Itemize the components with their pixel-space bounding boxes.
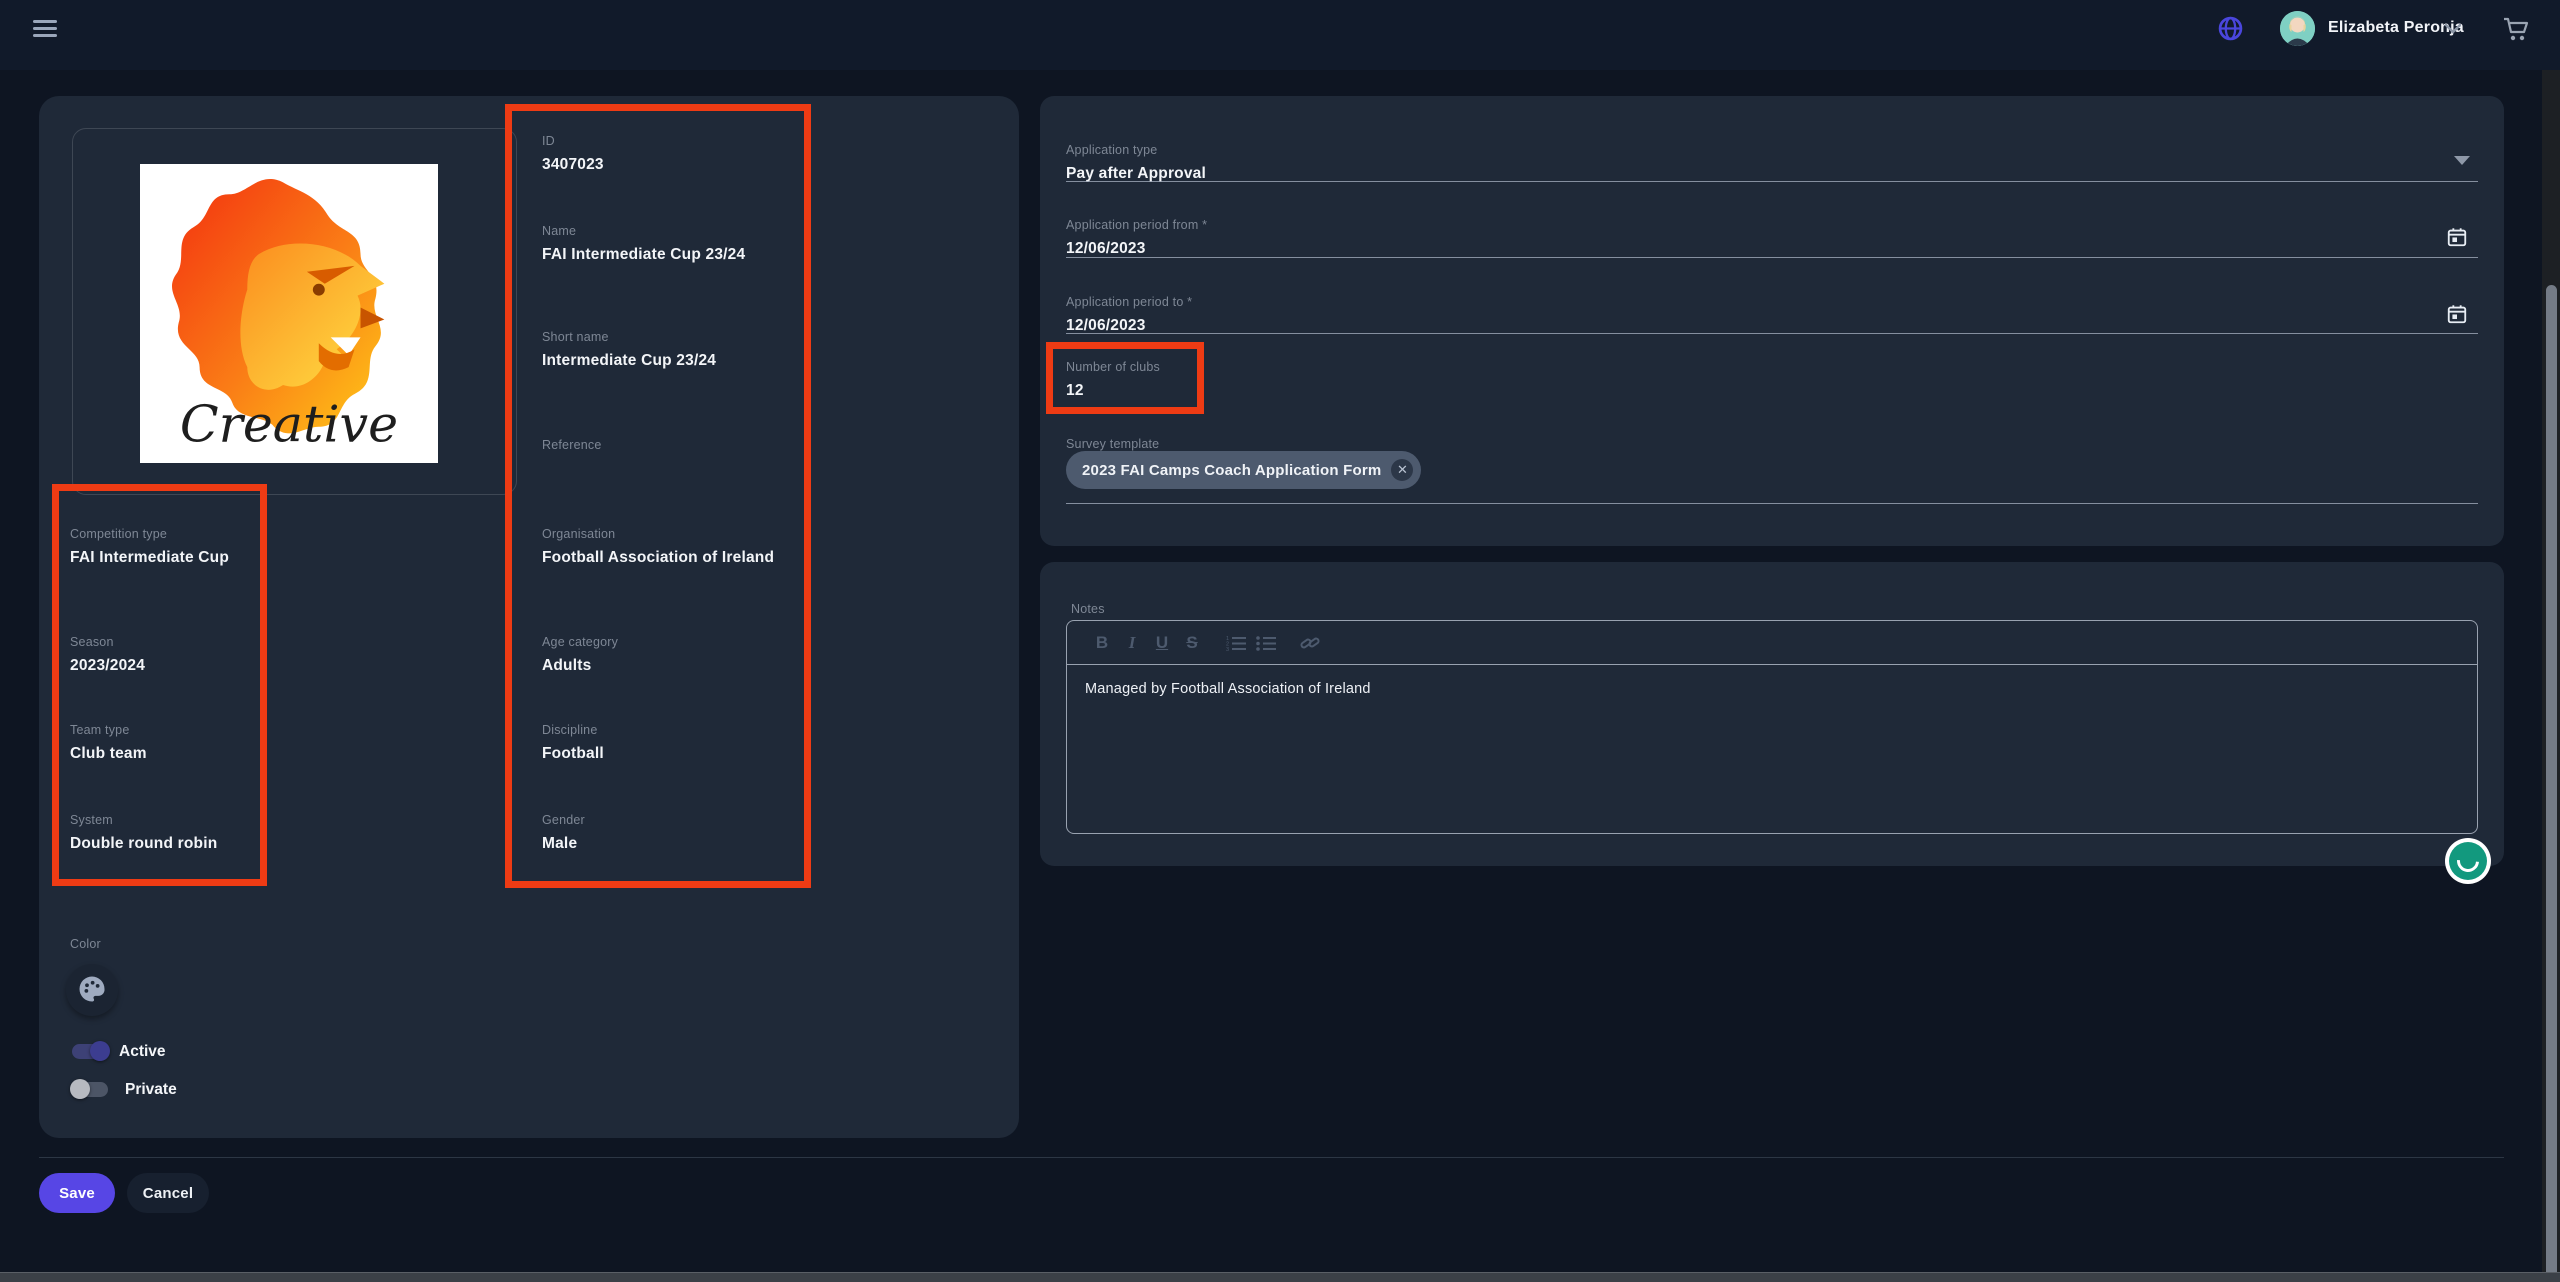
cancel-button[interactable]: Cancel [127, 1173, 209, 1213]
globe-icon[interactable] [2218, 16, 2243, 41]
active-toggle[interactable] [70, 1040, 110, 1062]
field-age-category: Age category Adults [542, 635, 618, 675]
field-system: System Double round robin [70, 813, 217, 853]
field-organisation: Organisation Football Association of Ire… [542, 527, 774, 567]
logo-frame: Creative [72, 128, 517, 495]
field-name: Name FAI Intermediate Cup 23/24 [542, 224, 745, 264]
vertical-scrollbar-track[interactable] [2542, 70, 2560, 1282]
editor-status-badge [2449, 842, 2487, 880]
user-name[interactable]: Elizabeta Peronja [2328, 19, 2464, 37]
vertical-scrollbar-thumb[interactable] [2546, 285, 2557, 1282]
bold-icon[interactable]: B [1087, 633, 1117, 653]
top-bar: Elizabeta Peronja [0, 0, 2560, 70]
application-period-from-input[interactable]: Application period from * 12/06/2023 [1066, 218, 1207, 258]
link-icon[interactable] [1295, 634, 1325, 652]
calendar-icon[interactable] [2446, 226, 2468, 248]
notes-card: Notes B I U S 1 2 3 [1040, 562, 2504, 866]
bullet-list-icon[interactable] [1251, 635, 1281, 651]
hamburger-menu-icon[interactable] [33, 19, 57, 39]
palette-icon [77, 974, 107, 1004]
calendar-icon[interactable] [2446, 303, 2468, 325]
chevron-down-icon[interactable] [2445, 24, 2461, 34]
italic-icon[interactable]: I [1117, 633, 1147, 653]
notes-toolbar: B I U S 1 2 3 [1067, 621, 2477, 665]
svg-text:3: 3 [1226, 647, 1229, 651]
competition-logo: Creative [140, 164, 438, 463]
shopping-cart-icon[interactable] [2502, 15, 2530, 43]
field-team-type: Team type Club team [70, 723, 147, 763]
number-of-clubs-field[interactable]: Number of clubs 12 [1066, 360, 1160, 400]
select-arrow-icon[interactable] [2454, 156, 2470, 165]
field-season: Season 2023/2024 [70, 635, 145, 675]
field-discipline: Discipline Football [542, 723, 604, 763]
color-label: Color [70, 937, 101, 951]
chip-remove-icon[interactable]: ✕ [1391, 459, 1413, 481]
notes-editor[interactable]: B I U S 1 2 3 [1066, 620, 2478, 834]
private-toggle[interactable] [70, 1078, 110, 1100]
underline-icon[interactable]: U [1147, 633, 1177, 653]
private-toggle-label: Private [125, 1081, 177, 1099]
field-reference: Reference [542, 438, 601, 460]
footer-divider [39, 1157, 2504, 1158]
survey-template-chip[interactable]: 2023 FAI Camps Coach Application Form ✕ [1066, 451, 1421, 489]
active-toggle-label: Active [119, 1043, 166, 1061]
application-type-select[interactable]: Application type Pay after Approval [1066, 143, 1206, 183]
field-competition-type: Competition type FAI Intermediate Cup [70, 527, 229, 567]
application-period-to-input[interactable]: Application period to * 12/06/2023 [1066, 295, 1192, 335]
screen: Elizabeta Peronja [0, 0, 2560, 1282]
field-gender: Gender Male [542, 813, 585, 853]
notes-label: Notes [1071, 602, 1105, 616]
horizontal-scrollbar[interactable] [0, 1272, 2560, 1282]
save-button[interactable]: Save [39, 1173, 115, 1213]
field-short-name: Short name Intermediate Cup 23/24 [542, 330, 716, 370]
logo-caption-svg: Creative [180, 395, 398, 454]
field-id: ID 3407023 [542, 134, 604, 174]
notes-text[interactable]: Managed by Football Association of Irela… [1085, 681, 1371, 697]
competition-details-card: Creative ID 3407023 Name FAI Intermediat… [39, 96, 1019, 1138]
strikethrough-icon[interactable]: S [1177, 633, 1207, 653]
color-picker-button[interactable] [66, 964, 118, 1016]
survey-template-label: Survey template [1066, 437, 1159, 451]
avatar[interactable] [2280, 11, 2315, 46]
application-settings-card: Application type Pay after Approval Appl… [1040, 96, 2504, 546]
ordered-list-icon[interactable]: 1 2 3 [1221, 635, 1251, 651]
